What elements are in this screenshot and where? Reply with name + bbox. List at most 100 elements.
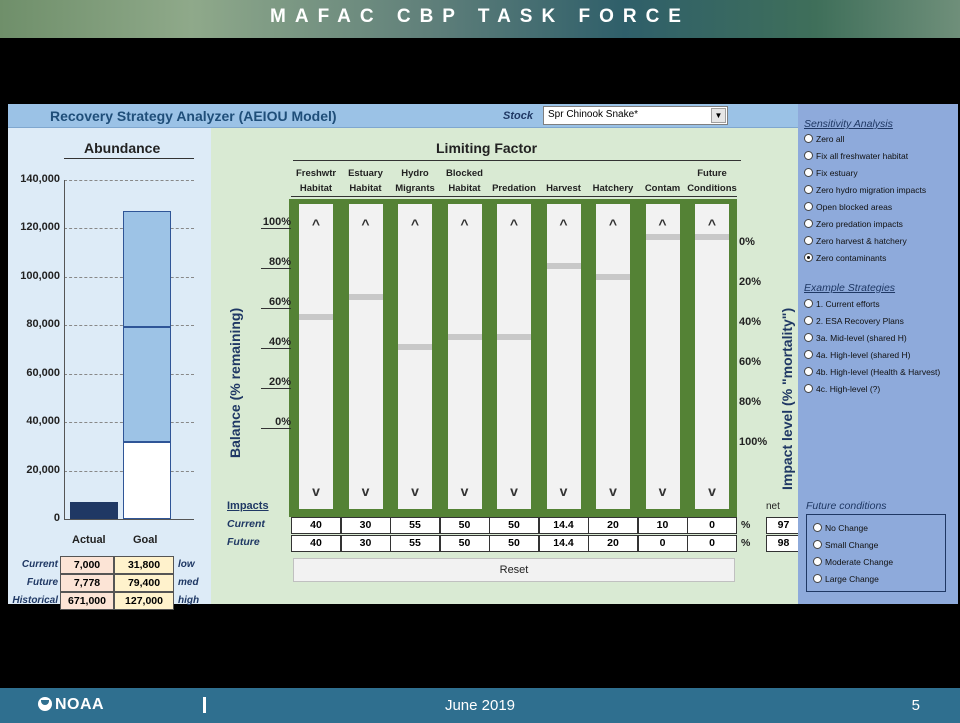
y-tick-label: 40,000 xyxy=(26,415,60,428)
slider-thumb[interactable] xyxy=(596,274,630,280)
chevron-down-icon[interactable]: v xyxy=(497,483,531,499)
y-tick-label: 120,000 xyxy=(20,221,60,234)
x-category-goal: Goal xyxy=(133,534,158,546)
radio-button-icon[interactable] xyxy=(813,557,822,566)
sensitivity-option[interactable]: Fix all freshwater habitat xyxy=(804,151,908,164)
strategy-option[interactable]: 4c. High-level (?) xyxy=(804,384,880,397)
chevron-up-icon[interactable]: ^ xyxy=(646,216,680,232)
chevron-up-icon[interactable]: ^ xyxy=(547,216,581,232)
sensitivity-option[interactable]: Open blocked areas xyxy=(804,202,892,215)
level-label: low xyxy=(178,559,195,570)
future-impact-value: 20 xyxy=(588,535,638,552)
radio-button-icon[interactable] xyxy=(804,202,813,211)
radio-button-icon[interactable] xyxy=(804,367,813,376)
limiting-factor-slider[interactable]: ^ v xyxy=(398,204,432,509)
future-condition-option[interactable]: Large Change xyxy=(813,574,879,587)
chevron-up-icon[interactable]: ^ xyxy=(596,216,630,232)
radio-button-icon[interactable] xyxy=(804,384,813,393)
slider-thumb[interactable] xyxy=(645,234,680,240)
slider-thumb[interactable] xyxy=(497,334,531,340)
strategy-option[interactable]: 4a. High-level (shared H) xyxy=(804,350,910,363)
stock-dropdown[interactable]: Spr Chinook Snake* ▼ xyxy=(543,106,728,125)
chevron-up-icon[interactable]: ^ xyxy=(695,216,729,232)
bar-goal-low xyxy=(123,441,171,519)
chevron-down-icon[interactable]: v xyxy=(398,483,432,499)
slider-thumb[interactable] xyxy=(447,334,482,340)
divider xyxy=(64,158,194,159)
limiting-factor-slider[interactable]: ^ v xyxy=(447,204,482,509)
limiting-factor-slider[interactable]: ^ v xyxy=(695,204,729,509)
slider-thumb[interactable] xyxy=(348,294,383,300)
chevron-up-icon[interactable]: ^ xyxy=(349,216,383,232)
slider-thumb[interactable] xyxy=(398,344,432,350)
chevron-up-icon[interactable]: ^ xyxy=(299,216,333,232)
radio-button-icon[interactable] xyxy=(813,523,822,532)
radio-button-icon[interactable] xyxy=(804,350,813,359)
radio-button-icon[interactable] xyxy=(813,574,822,583)
strategy-option[interactable]: 2. ESA Recovery Plans xyxy=(804,316,904,329)
strategy-option[interactable]: 1. Current efforts xyxy=(804,299,880,312)
slider-thumb[interactable] xyxy=(546,262,581,269)
future-condition-option[interactable]: No Change xyxy=(813,523,868,536)
y-tick-label: 0 xyxy=(53,512,60,524)
column-header-line2: Harvest xyxy=(538,181,589,197)
chevron-down-icon[interactable]: v xyxy=(349,483,383,499)
radio-button-icon[interactable] xyxy=(804,219,813,228)
dropdown-arrow-icon[interactable]: ▼ xyxy=(711,108,726,123)
radio-button-icon[interactable] xyxy=(804,299,813,308)
chevron-down-icon[interactable]: v xyxy=(448,483,482,499)
radio-button-icon[interactable] xyxy=(804,185,813,194)
sensitivity-option[interactable]: Zero all xyxy=(804,134,844,147)
radio-label: Moderate Change xyxy=(825,557,894,567)
limiting-factor-title: Limiting Factor xyxy=(436,140,538,156)
y-tick-label: 140,000 xyxy=(20,173,60,185)
x-category-actual: Actual xyxy=(72,534,106,546)
current-row-label: Current xyxy=(227,518,265,530)
column-header-line2: Migrants xyxy=(390,181,440,197)
column-header: Harvest xyxy=(538,166,589,197)
limiting-factor-slider[interactable]: ^ v xyxy=(596,204,630,509)
future-condition-option[interactable]: Moderate Change xyxy=(813,557,893,570)
impact-tick-label: 0% xyxy=(739,236,755,248)
chevron-down-icon[interactable]: v xyxy=(596,483,630,499)
reset-button[interactable]: Reset xyxy=(293,558,735,582)
future-impact-value: 55 xyxy=(390,535,440,552)
radio-button-icon[interactable] xyxy=(804,168,813,177)
sensitivity-option[interactable]: Zero hydro migration impacts xyxy=(804,185,926,198)
chevron-up-icon[interactable]: ^ xyxy=(497,216,531,232)
limiting-factor-slider[interactable]: ^ v xyxy=(546,204,581,509)
slider-thumb[interactable] xyxy=(695,234,729,240)
limiting-factor-slider[interactable]: ^ v xyxy=(645,204,680,509)
sensitivity-option[interactable]: Zero harvest & hatchery xyxy=(804,236,907,249)
radio-button-icon[interactable] xyxy=(804,253,813,262)
sensitivity-option[interactable]: Fix estuary xyxy=(804,168,858,181)
column-header: Contam xyxy=(637,166,688,197)
limiting-factor-slider[interactable]: ^ v xyxy=(497,204,531,509)
radio-label: Fix all freshwater habitat xyxy=(816,151,909,161)
chevron-down-icon[interactable]: v xyxy=(547,483,581,499)
chevron-up-icon[interactable]: ^ xyxy=(398,216,432,232)
radio-button-icon[interactable] xyxy=(813,540,822,549)
net-label: net xyxy=(766,501,780,512)
radio-label: Zero contaminants xyxy=(816,253,887,263)
radio-button-icon[interactable] xyxy=(804,236,813,245)
radio-button-icon[interactable] xyxy=(804,134,813,143)
slider-thumb[interactable] xyxy=(299,314,333,320)
level-label: high xyxy=(178,595,200,606)
chevron-up-icon[interactable]: ^ xyxy=(448,216,482,232)
radio-button-icon[interactable] xyxy=(804,333,813,342)
strategy-option[interactable]: 3a. Mid-level (shared H) xyxy=(804,333,907,346)
limiting-factor-slider[interactable]: ^ v xyxy=(299,204,333,509)
limiting-factor-slider[interactable]: ^ v xyxy=(348,204,383,509)
column-header-line1 xyxy=(489,166,539,181)
sensitivity-option[interactable]: Zero predation impacts xyxy=(804,219,903,232)
chevron-down-icon[interactable]: v xyxy=(695,483,729,499)
level-label: med xyxy=(178,577,199,588)
strategy-option[interactable]: 4b. High-level (Health & Harvest) xyxy=(804,367,940,380)
radio-button-icon[interactable] xyxy=(804,316,813,325)
chevron-down-icon[interactable]: v xyxy=(646,483,680,499)
chevron-down-icon[interactable]: v xyxy=(299,483,333,499)
future-condition-option[interactable]: Small Change xyxy=(813,540,878,553)
sensitivity-option[interactable]: Zero contaminants xyxy=(804,253,886,266)
radio-button-icon[interactable] xyxy=(804,151,813,160)
